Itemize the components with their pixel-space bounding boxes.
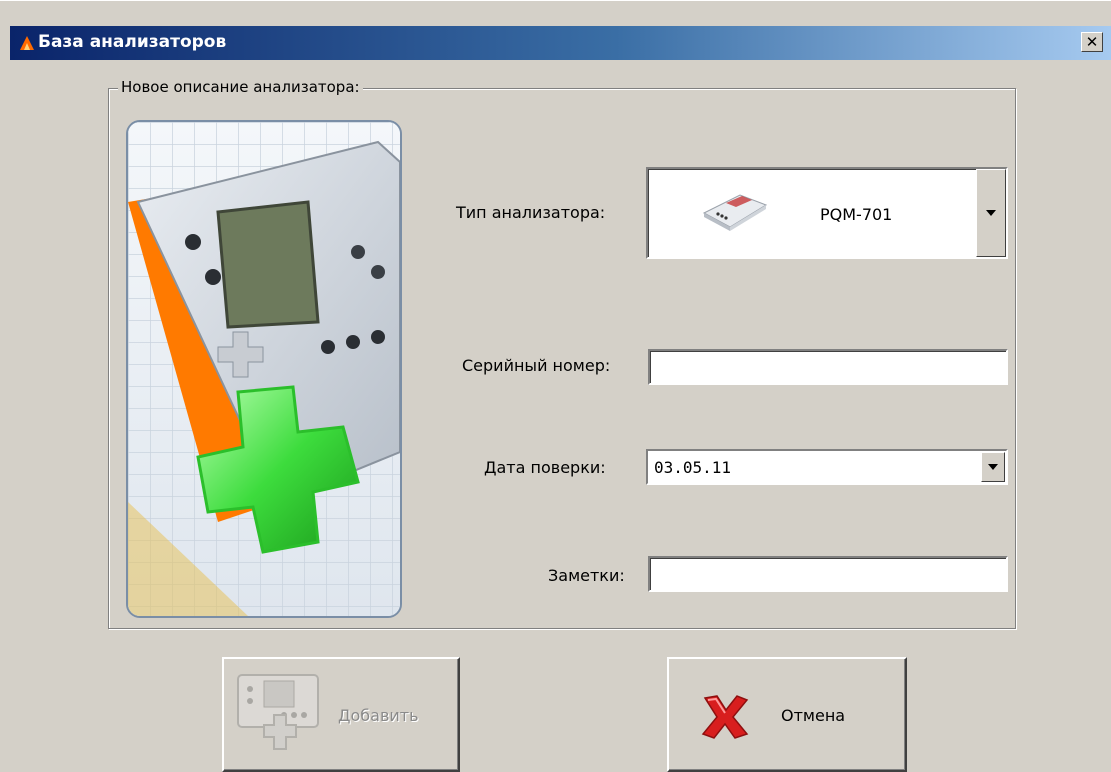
new-analyzer-image xyxy=(128,122,400,616)
analyzer-type-value: PQM-701 xyxy=(820,205,893,224)
cancel-button-label: Отмена xyxy=(781,706,846,725)
chevron-down-icon xyxy=(986,210,996,216)
analyzer-device-icon xyxy=(702,194,768,231)
calibration-date-dropdown-button[interactable] xyxy=(981,452,1005,482)
groupbox-title: Новое описание анализатора: xyxy=(118,78,363,96)
add-button-label: Добавить xyxy=(338,706,419,725)
cancel-button[interactable]: Отмена xyxy=(667,657,907,772)
app-logo-icon xyxy=(20,36,34,50)
analyzer-type-combobox[interactable]: PQM-701 xyxy=(646,167,1008,259)
close-button[interactable]: ✕ xyxy=(1081,32,1103,52)
analyzer-database-window: База анализаторов ✕ Новое описание анали… xyxy=(0,0,1111,772)
notes-field[interactable] xyxy=(648,556,1008,592)
analyzer-type-dropdown-button[interactable] xyxy=(976,169,1006,257)
serial-number-label: Серийный номер: xyxy=(462,356,611,375)
analyzer-type-label: Тип анализатора: xyxy=(456,203,606,222)
chevron-down-icon xyxy=(988,464,998,470)
calibration-date-picker[interactable]: 03.05.11 xyxy=(646,449,1008,485)
analyzer-illustration xyxy=(126,120,402,618)
red-x-icon xyxy=(701,695,749,739)
calibration-date-value: 03.05.11 xyxy=(654,458,732,477)
analyzer-add-icon xyxy=(237,674,319,750)
serial-number-field[interactable] xyxy=(648,349,1008,385)
calibration-date-label: Дата поверки: xyxy=(484,458,606,477)
window-top-strip xyxy=(0,0,1111,21)
title-bar[interactable]: База анализаторов ✕ xyxy=(10,26,1111,60)
notes-label: Заметки: xyxy=(548,566,625,585)
window-title: База анализаторов xyxy=(38,32,227,52)
add-button[interactable]: Добавить xyxy=(222,657,460,772)
